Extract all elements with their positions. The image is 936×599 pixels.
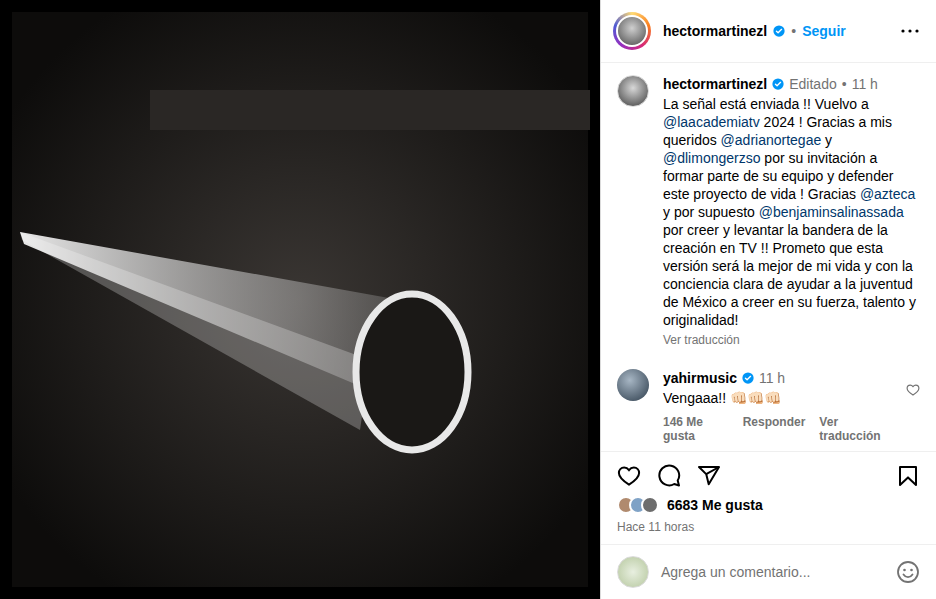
comment-username[interactable]: yahirmusic	[663, 370, 737, 386]
comment-text: Vengaaa!! 👊🏻👊🏻👊🏻	[663, 389, 892, 407]
likes-row: 6683 Me gusta	[617, 496, 920, 514]
caption-segment: La señal está enviada !! Vuelvo a	[663, 96, 869, 112]
comment-heart-icon[interactable]	[906, 383, 920, 397]
action-bar	[617, 460, 920, 496]
reply-button[interactable]: Responder	[743, 415, 806, 443]
caption-separator: •	[842, 76, 847, 92]
caption-segment: por creer y levantar la bandera de la cr…	[663, 222, 916, 328]
mention-link[interactable]: @adrianortegae	[721, 132, 822, 148]
comment-avatar[interactable]	[617, 369, 649, 401]
caption-segment: y por supuesto	[663, 204, 759, 220]
stage-light-photo	[0, 0, 600, 599]
liker-avatar[interactable]	[641, 496, 659, 514]
see-translation[interactable]: Ver traducción	[819, 415, 892, 443]
comment: yahirmusic 11 h Vengaaa!! 👊🏻👊🏻👊🏻 146 Me gus…	[617, 369, 920, 443]
likes-count[interactable]: 6683 Me gusta	[667, 497, 763, 513]
comments-list: hectormartinezl Editado • 11 h La señal está…	[601, 63, 936, 451]
verified-icon	[773, 25, 785, 37]
post-photo	[0, 0, 600, 599]
bookmark-icon[interactable]	[896, 464, 920, 488]
see-translation[interactable]: Ver traducción	[663, 333, 920, 347]
mention-link[interactable]: @dlimongerzso	[663, 150, 760, 166]
mention-link[interactable]: @benjaminsalinassada	[759, 204, 904, 220]
author-username[interactable]: hectormartinezl	[663, 23, 767, 39]
more-options-icon[interactable]	[898, 19, 922, 43]
header-separator: •	[791, 23, 796, 39]
mention-link[interactable]: @laacademiatv	[663, 114, 760, 130]
caption-time: 11 h	[852, 76, 878, 92]
edited-label: Editado	[789, 76, 836, 92]
author-avatar[interactable]	[613, 12, 651, 50]
verified-icon	[742, 372, 754, 384]
share-plane-icon[interactable]	[697, 464, 721, 488]
emoji-smiley-icon[interactable]	[896, 560, 920, 584]
caption: hectormartinezl Editado • 11 h La señal está…	[617, 75, 920, 347]
comment-input-row: Agrega un comentario...	[601, 544, 936, 599]
post-footer: 6683 Me gusta Hace 11 horas	[601, 451, 936, 544]
instagram-post: hectormartinezl • Seguir hectormartinezl Edi…	[0, 0, 936, 599]
mention-link[interactable]: @azteca	[860, 186, 915, 202]
post-time: Hace 11 horas	[617, 520, 920, 534]
viewer-avatar	[617, 556, 649, 588]
comment-input[interactable]: Agrega un comentario...	[661, 564, 884, 580]
comment-likes[interactable]: 146 Me gusta	[663, 415, 729, 443]
verified-icon	[772, 78, 784, 90]
comment-time: 11 h	[759, 370, 785, 386]
post-header: hectormartinezl • Seguir	[601, 0, 936, 63]
follow-button[interactable]: Seguir	[802, 23, 846, 39]
comment-bubble-icon[interactable]	[657, 464, 681, 488]
post-side-panel: hectormartinezl • Seguir hectormartinezl Edi…	[600, 0, 936, 599]
caption-segment: y	[821, 132, 832, 148]
caption-avatar[interactable]	[617, 75, 649, 107]
caption-username[interactable]: hectormartinezl	[663, 76, 767, 92]
caption-text: La señal está enviada !! Vuelvo a @laaca…	[663, 95, 920, 329]
like-heart-icon[interactable]	[617, 464, 641, 488]
